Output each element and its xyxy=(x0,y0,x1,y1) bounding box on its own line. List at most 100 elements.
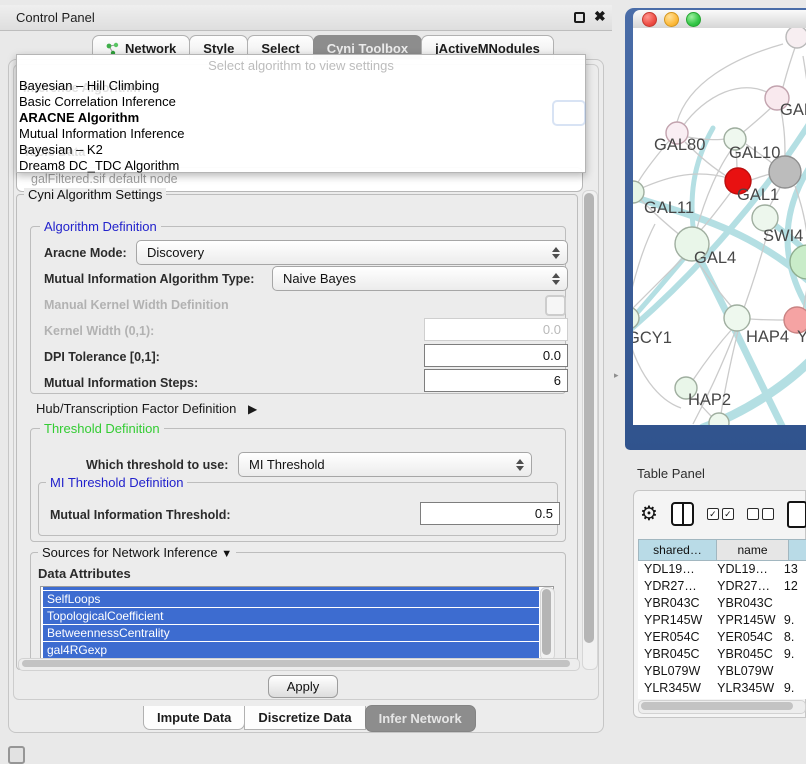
network-edge[interactable] xyxy=(633,338,681,408)
aracne-mode-label: Aracne Mode: xyxy=(44,246,127,260)
table-cell: 12 xyxy=(778,578,806,595)
manual-kernel-checkbox[interactable] xyxy=(545,295,566,316)
algorithm-item[interactable]: Dream8 DC_TDC Algorithm xyxy=(19,158,179,174)
network-window-titlebar[interactable] xyxy=(633,10,806,28)
sources-group-title[interactable]: Sources for Network Inference ▼ xyxy=(38,546,236,561)
attribute-item[interactable]: BetweennessCentrality xyxy=(43,625,539,641)
settings-vscrollbar-thumb[interactable] xyxy=(584,193,594,643)
attribute-item-partial[interactable] xyxy=(43,587,539,590)
table-cell: YIL052C xyxy=(711,697,778,699)
network-edge[interactable] xyxy=(750,319,784,320)
table-panel: ⚙ ✓✓ shared…name YDL19…YDL19…13YDR27…YDR… xyxy=(633,490,806,718)
node-label: GAL4 xyxy=(694,249,736,267)
zoom-traffic-light-icon[interactable] xyxy=(686,12,701,27)
aracne-mode-value: Discovery xyxy=(147,245,204,260)
table-row[interactable]: YER054CYER054C8. xyxy=(638,629,806,646)
table-row[interactable]: YBL079WYBL079W xyxy=(638,663,806,680)
algorithm-item[interactable]: Bayesian – K2 xyxy=(19,142,103,158)
apply-button[interactable]: Apply xyxy=(268,675,338,698)
mi-steps-field[interactable]: 6 xyxy=(424,369,568,392)
network-node[interactable] xyxy=(786,28,806,48)
table-cell: YBL079W xyxy=(638,663,711,680)
mi-threshold-field[interactable]: 0.5 xyxy=(420,502,560,525)
close-traffic-light-icon[interactable] xyxy=(642,12,657,27)
data-attributes-list[interactable]: SelfLoopsTopologicalCoefficientBetweenne… xyxy=(40,586,554,660)
settings-hscrollbar-thumb[interactable] xyxy=(22,660,570,667)
table-hscrollbar-thumb[interactable] xyxy=(641,702,793,710)
network-edge[interactable] xyxy=(741,106,773,134)
select-all-columns-icon[interactable]: ✓✓ xyxy=(707,508,734,520)
algorithm-definition-title: Algorithm Definition xyxy=(40,220,161,234)
attribute-item[interactable]: gal4RGexp xyxy=(43,642,539,658)
cyni-algorithm-settings-title: Cyni Algorithm Settings xyxy=(24,188,166,202)
table-icon[interactable] xyxy=(787,501,806,528)
network-edge[interactable] xyxy=(677,44,783,122)
minimize-traffic-light-icon[interactable] xyxy=(664,12,679,27)
gear-icon[interactable]: ⚙ xyxy=(640,504,658,524)
close-icon[interactable]: ✖ xyxy=(594,8,606,25)
table-cell: YPR145W xyxy=(711,612,778,629)
panel-title: Control Panel xyxy=(16,10,95,25)
algorithm-item[interactable]: Mutual Information Inference xyxy=(19,126,184,142)
table-cell: YLR345W xyxy=(638,680,711,697)
attribute-item[interactable]: SelfLoops xyxy=(43,591,539,607)
table-cell: YDR27… xyxy=(638,578,711,595)
network-edge[interactable] xyxy=(783,42,797,87)
network-edge[interactable] xyxy=(683,88,777,126)
network-edge[interactable] xyxy=(693,328,733,380)
table-panel-title: Table Panel xyxy=(637,466,705,481)
table-row[interactable]: YIL052CYIL052C9. xyxy=(638,697,806,699)
deselect-all-columns-icon[interactable] xyxy=(747,508,774,520)
table-cell xyxy=(778,663,806,680)
mi-type-value: Naive Bayes xyxy=(283,271,356,286)
column-header[interactable] xyxy=(789,539,806,561)
node-label: GAL1 xyxy=(737,186,779,204)
table-cell: YER054C xyxy=(711,629,778,646)
kernel-width-field[interactable]: 0.0 xyxy=(424,318,568,341)
minimized-panel-icon[interactable] xyxy=(8,746,25,764)
ghost-focus-ring xyxy=(552,100,586,126)
table-row[interactable]: YPR145WYPR145W9. xyxy=(638,612,806,629)
mi-type-label: Mutual Information Algorithm Type: xyxy=(44,272,254,286)
network-selector-value: galFiltered.sif default node xyxy=(31,172,178,186)
aracne-mode-select[interactable]: Discovery xyxy=(136,240,568,265)
network-graph: GALGAL80GAL10GAL1GAL11SWI4GAL4GCY1HAP4YH… xyxy=(633,28,806,425)
table-row[interactable]: YBR043CYBR043C xyxy=(638,595,806,612)
algorithm-item[interactable]: Bayesian – Hill Climbing xyxy=(19,78,159,94)
attribute-item[interactable]: TopologicalCoefficient xyxy=(43,608,539,624)
network-canvas[interactable]: GALGAL80GAL10GAL1GAL11SWI4GAL4GCY1HAP4YH… xyxy=(633,28,806,425)
dpi-tolerance-field[interactable]: 0.0 xyxy=(424,344,568,367)
hub-definition-toggle[interactable]: Hub/Transcription Factor Definition ▶ xyxy=(36,401,257,416)
which-threshold-select[interactable]: MI Threshold xyxy=(238,452,532,477)
mi-steps-label: Mutual Information Steps: xyxy=(44,376,198,390)
table-cell: 8. xyxy=(778,629,806,646)
table-cell: 9. xyxy=(778,697,806,699)
stepper-icon xyxy=(552,273,560,285)
bottom-tab-discretize-data[interactable]: Discretize Data xyxy=(244,706,365,730)
network-edge-highlighted[interactable] xyxy=(633,250,691,326)
table-row[interactable]: YBR045CYBR045C9. xyxy=(638,646,806,663)
algorithm-item[interactable]: ARACNE Algorithm xyxy=(19,110,139,126)
bottom-tab-infer-network[interactable]: Infer Network xyxy=(365,705,476,732)
attributes-scrollbar-thumb[interactable] xyxy=(542,589,551,655)
table-row[interactable]: YDR27…YDR27…12 xyxy=(638,578,806,595)
table-cell: YBR045C xyxy=(711,646,778,663)
column-header[interactable]: name xyxy=(717,539,789,561)
algorithm-item[interactable]: Basic Correlation Inference xyxy=(19,94,176,110)
splitpane-arrow-icon[interactable]: ▸ xyxy=(614,370,619,381)
column-header[interactable]: shared… xyxy=(638,539,717,561)
table-row[interactable]: YLR345WYLR345W9. xyxy=(638,680,806,697)
bottom-tab-impute-data[interactable]: Impute Data xyxy=(143,706,245,730)
split-columns-icon[interactable] xyxy=(671,502,694,526)
table-row[interactable]: YDL19…YDL19…13 xyxy=(638,561,806,578)
network-edge[interactable] xyxy=(633,174,728,192)
node-label: Y xyxy=(797,328,806,346)
node-label: HAP4 xyxy=(746,328,789,346)
mi-type-select[interactable]: Naive Bayes xyxy=(272,266,568,291)
sources-title-label: Sources for Network Inference xyxy=(42,545,218,560)
node-label: SWI4 xyxy=(763,227,803,245)
table-cell: YLR345W xyxy=(711,680,778,697)
table-cell: YPR145W xyxy=(638,612,711,629)
table-cell: YBR043C xyxy=(638,595,711,612)
float-window-icon[interactable] xyxy=(574,12,585,23)
